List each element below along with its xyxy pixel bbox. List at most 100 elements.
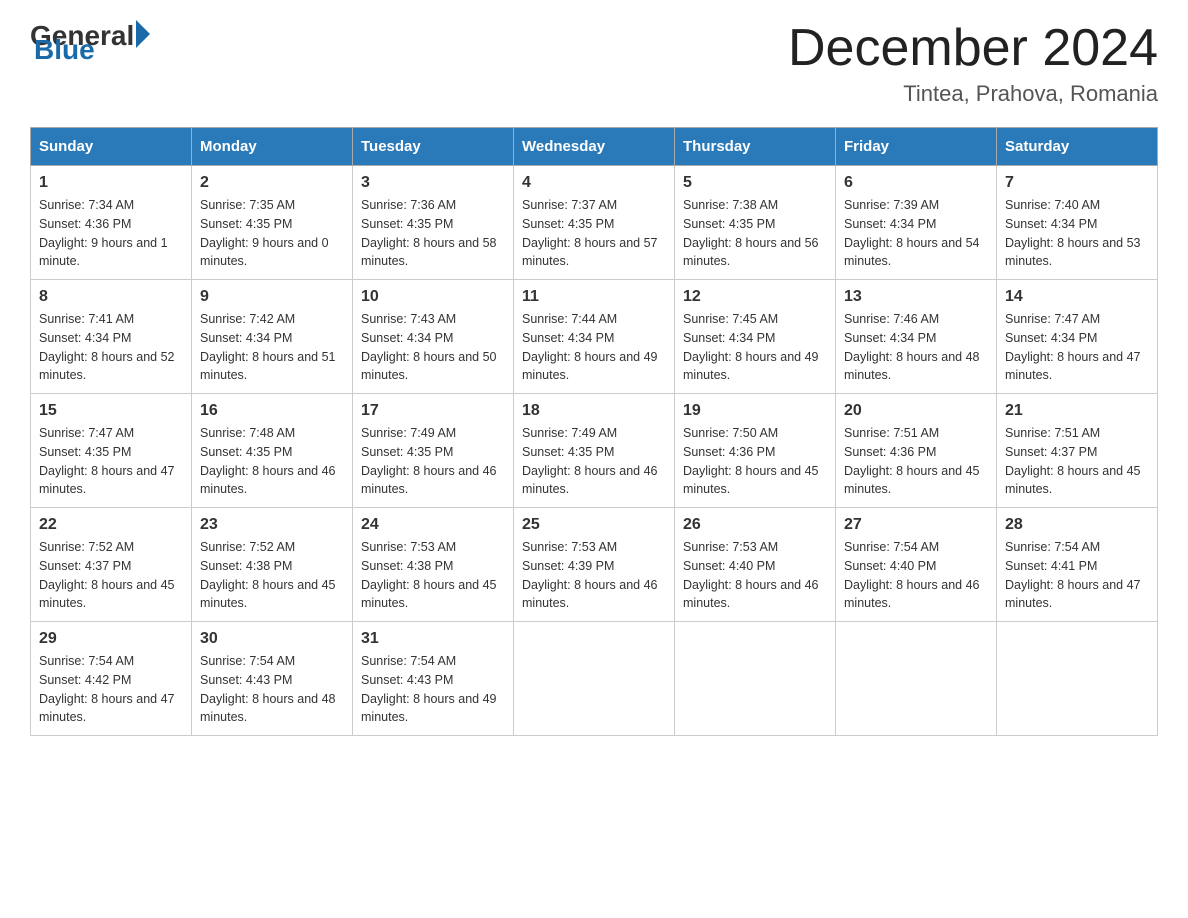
day-number: 23	[200, 516, 344, 534]
week-row-2: 8 Sunrise: 7:41 AMSunset: 4:34 PMDayligh…	[31, 280, 1158, 394]
day-info: Sunrise: 7:49 AMSunset: 4:35 PMDaylight:…	[522, 426, 658, 496]
calendar-cell: 28 Sunrise: 7:54 AMSunset: 4:41 PMDaylig…	[997, 508, 1158, 622]
calendar-cell: 16 Sunrise: 7:48 AMSunset: 4:35 PMDaylig…	[192, 394, 353, 508]
weekday-header-thursday: Thursday	[675, 128, 836, 166]
day-info: Sunrise: 7:52 AMSunset: 4:37 PMDaylight:…	[39, 540, 175, 610]
calendar-cell	[514, 622, 675, 736]
calendar-cell: 23 Sunrise: 7:52 AMSunset: 4:38 PMDaylig…	[192, 508, 353, 622]
logo: General Blue	[30, 20, 150, 66]
weekday-header-wednesday: Wednesday	[514, 128, 675, 166]
day-info: Sunrise: 7:44 AMSunset: 4:34 PMDaylight:…	[522, 312, 658, 382]
day-number: 8	[39, 288, 183, 306]
calendar-cell: 11 Sunrise: 7:44 AMSunset: 4:34 PMDaylig…	[514, 280, 675, 394]
day-number: 28	[1005, 516, 1149, 534]
day-number: 13	[844, 288, 988, 306]
calendar-cell: 24 Sunrise: 7:53 AMSunset: 4:38 PMDaylig…	[353, 508, 514, 622]
day-info: Sunrise: 7:51 AMSunset: 4:37 PMDaylight:…	[1005, 426, 1141, 496]
calendar-cell: 6 Sunrise: 7:39 AMSunset: 4:34 PMDayligh…	[836, 166, 997, 280]
day-number: 20	[844, 402, 988, 420]
day-info: Sunrise: 7:41 AMSunset: 4:34 PMDaylight:…	[39, 312, 175, 382]
calendar-cell	[836, 622, 997, 736]
calendar-cell: 5 Sunrise: 7:38 AMSunset: 4:35 PMDayligh…	[675, 166, 836, 280]
week-row-1: 1 Sunrise: 7:34 AMSunset: 4:36 PMDayligh…	[31, 166, 1158, 280]
day-number: 26	[683, 516, 827, 534]
day-info: Sunrise: 7:46 AMSunset: 4:34 PMDaylight:…	[844, 312, 980, 382]
day-number: 27	[844, 516, 988, 534]
day-number: 7	[1005, 174, 1149, 192]
day-number: 18	[522, 402, 666, 420]
day-number: 25	[522, 516, 666, 534]
day-info: Sunrise: 7:40 AMSunset: 4:34 PMDaylight:…	[1005, 198, 1141, 268]
day-info: Sunrise: 7:51 AMSunset: 4:36 PMDaylight:…	[844, 426, 980, 496]
calendar-cell: 12 Sunrise: 7:45 AMSunset: 4:34 PMDaylig…	[675, 280, 836, 394]
calendar-cell: 1 Sunrise: 7:34 AMSunset: 4:36 PMDayligh…	[31, 166, 192, 280]
day-info: Sunrise: 7:50 AMSunset: 4:36 PMDaylight:…	[683, 426, 819, 496]
day-number: 12	[683, 288, 827, 306]
day-number: 9	[200, 288, 344, 306]
weekday-header-monday: Monday	[192, 128, 353, 166]
calendar-cell: 29 Sunrise: 7:54 AMSunset: 4:42 PMDaylig…	[31, 622, 192, 736]
day-number: 22	[39, 516, 183, 534]
day-number: 5	[683, 174, 827, 192]
day-number: 17	[361, 402, 505, 420]
title-area: December 2024 Tintea, Prahova, Romania	[788, 20, 1158, 107]
week-row-4: 22 Sunrise: 7:52 AMSunset: 4:37 PMDaylig…	[31, 508, 1158, 622]
calendar-cell: 4 Sunrise: 7:37 AMSunset: 4:35 PMDayligh…	[514, 166, 675, 280]
day-info: Sunrise: 7:54 AMSunset: 4:41 PMDaylight:…	[1005, 540, 1141, 610]
day-number: 31	[361, 630, 505, 648]
weekday-header-sunday: Sunday	[31, 128, 192, 166]
calendar-cell: 27 Sunrise: 7:54 AMSunset: 4:40 PMDaylig…	[836, 508, 997, 622]
day-number: 6	[844, 174, 988, 192]
calendar-cell: 3 Sunrise: 7:36 AMSunset: 4:35 PMDayligh…	[353, 166, 514, 280]
day-info: Sunrise: 7:48 AMSunset: 4:35 PMDaylight:…	[200, 426, 336, 496]
day-number: 14	[1005, 288, 1149, 306]
calendar-cell: 19 Sunrise: 7:50 AMSunset: 4:36 PMDaylig…	[675, 394, 836, 508]
day-info: Sunrise: 7:54 AMSunset: 4:40 PMDaylight:…	[844, 540, 980, 610]
day-info: Sunrise: 7:34 AMSunset: 4:36 PMDaylight:…	[39, 198, 168, 268]
weekday-header-saturday: Saturday	[997, 128, 1158, 166]
page-header: General Blue December 2024 Tintea, Praho…	[30, 20, 1158, 107]
calendar-table: SundayMondayTuesdayWednesdayThursdayFrid…	[30, 127, 1158, 736]
calendar-cell: 22 Sunrise: 7:52 AMSunset: 4:37 PMDaylig…	[31, 508, 192, 622]
day-number: 1	[39, 174, 183, 192]
week-row-5: 29 Sunrise: 7:54 AMSunset: 4:42 PMDaylig…	[31, 622, 1158, 736]
day-info: Sunrise: 7:39 AMSunset: 4:34 PMDaylight:…	[844, 198, 980, 268]
calendar-cell: 26 Sunrise: 7:53 AMSunset: 4:40 PMDaylig…	[675, 508, 836, 622]
day-info: Sunrise: 7:54 AMSunset: 4:43 PMDaylight:…	[200, 654, 336, 724]
day-number: 21	[1005, 402, 1149, 420]
day-info: Sunrise: 7:47 AMSunset: 4:34 PMDaylight:…	[1005, 312, 1141, 382]
calendar-cell: 13 Sunrise: 7:46 AMSunset: 4:34 PMDaylig…	[836, 280, 997, 394]
day-info: Sunrise: 7:52 AMSunset: 4:38 PMDaylight:…	[200, 540, 336, 610]
calendar-cell: 9 Sunrise: 7:42 AMSunset: 4:34 PMDayligh…	[192, 280, 353, 394]
day-info: Sunrise: 7:43 AMSunset: 4:34 PMDaylight:…	[361, 312, 497, 382]
weekday-header-friday: Friday	[836, 128, 997, 166]
calendar-cell: 15 Sunrise: 7:47 AMSunset: 4:35 PMDaylig…	[31, 394, 192, 508]
day-number: 24	[361, 516, 505, 534]
day-number: 29	[39, 630, 183, 648]
month-title: December 2024	[788, 20, 1158, 77]
day-number: 19	[683, 402, 827, 420]
calendar-cell: 31 Sunrise: 7:54 AMSunset: 4:43 PMDaylig…	[353, 622, 514, 736]
day-info: Sunrise: 7:37 AMSunset: 4:35 PMDaylight:…	[522, 198, 658, 268]
day-info: Sunrise: 7:47 AMSunset: 4:35 PMDaylight:…	[39, 426, 175, 496]
day-number: 2	[200, 174, 344, 192]
day-info: Sunrise: 7:35 AMSunset: 4:35 PMDaylight:…	[200, 198, 329, 268]
day-number: 15	[39, 402, 183, 420]
week-row-3: 15 Sunrise: 7:47 AMSunset: 4:35 PMDaylig…	[31, 394, 1158, 508]
calendar-cell: 18 Sunrise: 7:49 AMSunset: 4:35 PMDaylig…	[514, 394, 675, 508]
day-number: 16	[200, 402, 344, 420]
day-info: Sunrise: 7:54 AMSunset: 4:42 PMDaylight:…	[39, 654, 175, 724]
day-info: Sunrise: 7:49 AMSunset: 4:35 PMDaylight:…	[361, 426, 497, 496]
day-number: 11	[522, 288, 666, 306]
calendar-cell: 8 Sunrise: 7:41 AMSunset: 4:34 PMDayligh…	[31, 280, 192, 394]
day-number: 30	[200, 630, 344, 648]
calendar-cell: 10 Sunrise: 7:43 AMSunset: 4:34 PMDaylig…	[353, 280, 514, 394]
day-info: Sunrise: 7:53 AMSunset: 4:40 PMDaylight:…	[683, 540, 819, 610]
calendar-cell: 25 Sunrise: 7:53 AMSunset: 4:39 PMDaylig…	[514, 508, 675, 622]
logo-arrow-icon	[136, 20, 150, 48]
day-number: 10	[361, 288, 505, 306]
calendar-cell	[675, 622, 836, 736]
day-info: Sunrise: 7:42 AMSunset: 4:34 PMDaylight:…	[200, 312, 336, 382]
day-info: Sunrise: 7:53 AMSunset: 4:38 PMDaylight:…	[361, 540, 497, 610]
day-info: Sunrise: 7:38 AMSunset: 4:35 PMDaylight:…	[683, 198, 819, 268]
